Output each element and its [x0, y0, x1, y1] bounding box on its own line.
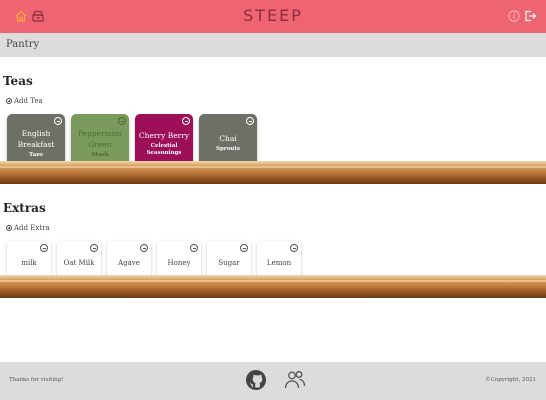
remove-icon[interactable]: [240, 244, 248, 252]
extra-name: Oat Milk: [63, 259, 95, 267]
extra-name: milk: [21, 259, 37, 267]
extras-heading: Extras: [3, 201, 46, 215]
tea-name: Peppermint Green: [77, 128, 123, 149]
tea-shelf: [0, 161, 546, 184]
team-icon[interactable]: [283, 369, 307, 391]
footer-thanks: Thanks for visiting!: [9, 377, 64, 383]
tea-name: Cherry Berry: [138, 130, 190, 140]
add-extra-button[interactable]: Add Extra: [6, 224, 50, 232]
page-header: Pantry: [0, 33, 546, 57]
tea-brand: Celestial Seasonings: [146, 142, 182, 156]
remove-icon[interactable]: [90, 244, 98, 252]
extras-shelf: [0, 275, 546, 298]
logout-icon[interactable]: [523, 8, 537, 22]
footer: Thanks for visiting! ©Copyright, 2021: [0, 362, 546, 400]
extra-name: Honey: [167, 259, 191, 267]
add-tea-button[interactable]: Add Tea: [6, 97, 43, 105]
info-icon[interactable]: [507, 8, 521, 22]
remove-icon[interactable]: [140, 244, 148, 252]
remove-icon[interactable]: [190, 244, 198, 252]
app-title[interactable]: STEEP: [0, 6, 546, 25]
tea-name: Chai: [219, 134, 237, 143]
add-circle-icon: [6, 225, 12, 231]
tea-brand: Stash: [91, 151, 109, 158]
remove-icon[interactable]: [118, 117, 126, 125]
teas-heading: Teas: [3, 74, 33, 88]
remove-icon[interactable]: [40, 244, 48, 252]
remove-icon[interactable]: [246, 117, 254, 125]
remove-icon[interactable]: [54, 117, 62, 125]
add-tea-label: Add Tea: [14, 97, 43, 105]
add-extra-label: Add Extra: [14, 224, 50, 232]
extra-name: Agave: [118, 259, 140, 267]
remove-icon[interactable]: [182, 117, 190, 125]
tea-brand: Tazo: [29, 151, 43, 158]
add-circle-icon: [6, 98, 12, 104]
remove-icon[interactable]: [290, 244, 298, 252]
top-navbar: STEEP: [0, 0, 546, 33]
page-title: Pantry: [6, 39, 40, 50]
tea-name: English Breakfast: [17, 128, 55, 149]
tea-brand: Sprouts: [215, 146, 241, 152]
extra-name: Sugar: [218, 259, 240, 267]
footer-copyright: ©Copyright, 2021: [485, 377, 536, 383]
github-icon[interactable]: [245, 369, 267, 391]
extra-name: Lemon: [266, 259, 292, 267]
